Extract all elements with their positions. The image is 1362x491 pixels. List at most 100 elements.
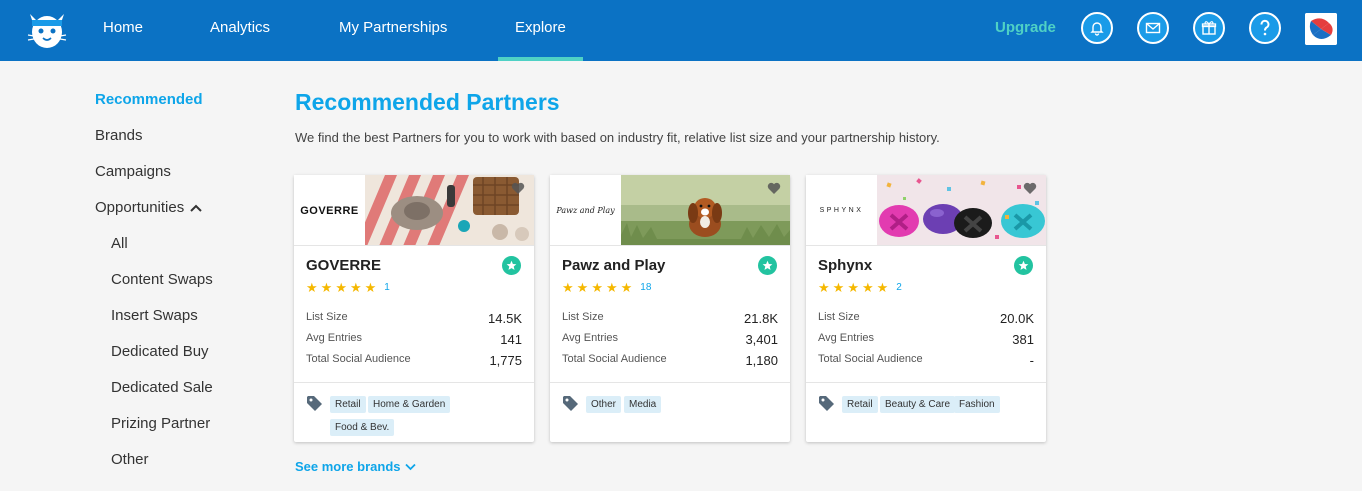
star-icon: ★	[349, 280, 362, 295]
see-more-label: See more brands	[295, 459, 401, 474]
sidebar-item-label: Opportunities	[95, 199, 185, 216]
partner-name[interactable]: Pawz and Play	[562, 257, 665, 274]
star-icon: ★	[576, 280, 589, 295]
sidebar-subitem-all[interactable]: All	[111, 235, 128, 252]
social-audience-value: -	[1029, 353, 1034, 368]
card-divider	[550, 382, 790, 383]
sidebar-subitem-content-swaps[interactable]: Content Swaps	[111, 271, 213, 288]
star-icon: ★	[335, 280, 347, 295]
avg-entries-label: Avg Entries	[562, 332, 619, 344]
partner-name[interactable]: Sphynx	[818, 257, 872, 274]
brand-banner-image	[877, 175, 1046, 245]
gift-icon[interactable]	[1193, 12, 1225, 44]
heart-icon[interactable]	[1022, 180, 1038, 196]
tiger-logo-icon[interactable]	[24, 6, 70, 52]
avatar[interactable]	[1305, 13, 1337, 45]
partner-card-pawz-and-play[interactable]: Pawz and Play Pawz and Play ★ ★ ★ ★ ★ 18…	[550, 175, 790, 442]
star-icon: ★	[818, 280, 830, 295]
tag-icon	[562, 395, 579, 412]
avg-entries-value: 141	[500, 332, 522, 347]
sidebar-item-brands[interactable]: Brands	[95, 127, 143, 144]
avg-entries-value: 381	[1012, 332, 1034, 347]
social-audience-value: 1,180	[745, 353, 778, 368]
nav-analytics[interactable]: Analytics	[210, 0, 270, 61]
star-icon: ★	[605, 280, 618, 295]
upgrade-link[interactable]: Upgrade	[995, 0, 1056, 56]
social-audience-value: 1,775	[489, 353, 522, 368]
card-banner: Pawz and Play	[550, 175, 790, 246]
star-icon: ★	[847, 280, 859, 295]
brand-banner-image	[621, 175, 790, 245]
social-audience-label: Total Social Audience	[306, 353, 411, 365]
rating-stars: ★ ★ ★ ★ ★ 1	[306, 281, 390, 294]
see-more-brands-link[interactable]: See more brands	[295, 459, 416, 474]
partner-card-goverre[interactable]: GOVERRE GOVERRE ★ ★ ★ ★ ★ 1 List Size 14…	[294, 175, 534, 442]
sidebar-subitem-other[interactable]: Other	[111, 451, 149, 468]
card-divider	[806, 382, 1046, 383]
nav-home[interactable]: Home	[103, 0, 143, 61]
category-tag[interactable]: Retail	[842, 396, 878, 413]
card-banner: GOVERRE	[294, 175, 534, 246]
category-tag[interactable]: Beauty & Care	[880, 396, 956, 413]
partner-name[interactable]: GOVERRE	[306, 257, 381, 274]
star-icon: ★	[591, 280, 603, 295]
review-count[interactable]: 1	[384, 282, 390, 293]
brand-logo: SPHYNX	[806, 175, 877, 245]
category-tag[interactable]: Retail	[330, 396, 366, 413]
top-nav-bar: Home Analytics My Partnerships Explore U…	[0, 0, 1362, 61]
page-description: We find the best Partners for you to wor…	[295, 130, 940, 145]
avg-entries-value: 3,401	[745, 332, 778, 347]
category-tag[interactable]: Food & Bev.	[330, 419, 395, 436]
social-audience-label: Total Social Audience	[818, 353, 923, 365]
list-size-value: 21.8K	[744, 311, 778, 326]
sidebar-subitem-dedicated-sale[interactable]: Dedicated Sale	[111, 379, 213, 396]
tag-icon	[818, 395, 835, 412]
card-banner: SPHYNX	[806, 175, 1046, 246]
rating-stars: ★ ★ ★ ★ ★ 18	[562, 281, 651, 294]
star-icon: ★	[320, 280, 333, 295]
sidebar-item-opportunities[interactable]: Opportunities	[95, 199, 202, 216]
heart-icon[interactable]	[766, 180, 782, 196]
card-divider	[294, 382, 534, 383]
sidebar-subitem-insert-swaps[interactable]: Insert Swaps	[111, 307, 198, 324]
heart-icon[interactable]	[510, 180, 526, 196]
star-icon: ★	[562, 280, 574, 295]
star-icon: ★	[306, 280, 318, 295]
tag-icon	[306, 395, 323, 412]
avg-entries-label: Avg Entries	[306, 332, 363, 344]
list-size-label: List Size	[562, 311, 604, 323]
star-icon: ★	[832, 280, 845, 295]
social-audience-label: Total Social Audience	[562, 353, 667, 365]
chevron-up-icon	[190, 204, 202, 212]
list-size-value: 14.5K	[488, 311, 522, 326]
review-count[interactable]: 18	[640, 282, 651, 293]
brand-logo: GOVERRE	[294, 175, 365, 245]
help-icon[interactable]	[1249, 12, 1281, 44]
mail-icon[interactable]	[1137, 12, 1169, 44]
review-count[interactable]: 2	[896, 282, 902, 293]
featured-star-icon	[502, 256, 521, 275]
brand-logo: Pawz and Play	[550, 175, 621, 245]
sidebar-item-recommended[interactable]: Recommended	[95, 91, 203, 108]
nav-explore[interactable]: Explore	[498, 0, 583, 61]
star-icon: ★	[364, 280, 377, 295]
avg-entries-label: Avg Entries	[818, 332, 875, 344]
star-icon: ★	[876, 280, 889, 295]
featured-star-icon	[758, 256, 777, 275]
sidebar-subitem-prizing-partner[interactable]: Prizing Partner	[111, 415, 210, 432]
list-size-label: List Size	[306, 311, 348, 323]
partner-card-sphynx[interactable]: SPHYNX Sphynx ★ ★ ★ ★ ★ 2 List Size 20.0…	[806, 175, 1046, 442]
category-tag[interactable]: Home & Garden	[368, 396, 451, 413]
rating-stars: ★ ★ ★ ★ ★ 2	[818, 281, 902, 294]
star-icon: ★	[620, 280, 633, 295]
category-tag[interactable]: Fashion	[954, 396, 1000, 413]
bell-icon[interactable]	[1081, 12, 1113, 44]
chevron-down-icon	[404, 463, 416, 470]
featured-star-icon	[1014, 256, 1033, 275]
sidebar-subitem-dedicated-buy[interactable]: Dedicated Buy	[111, 343, 209, 360]
sidebar-item-campaigns[interactable]: Campaigns	[95, 163, 171, 180]
list-size-label: List Size	[818, 311, 860, 323]
category-tag[interactable]: Other	[586, 396, 622, 413]
category-tag[interactable]: Media	[624, 396, 662, 413]
nav-my-partnerships[interactable]: My Partnerships	[339, 0, 447, 61]
